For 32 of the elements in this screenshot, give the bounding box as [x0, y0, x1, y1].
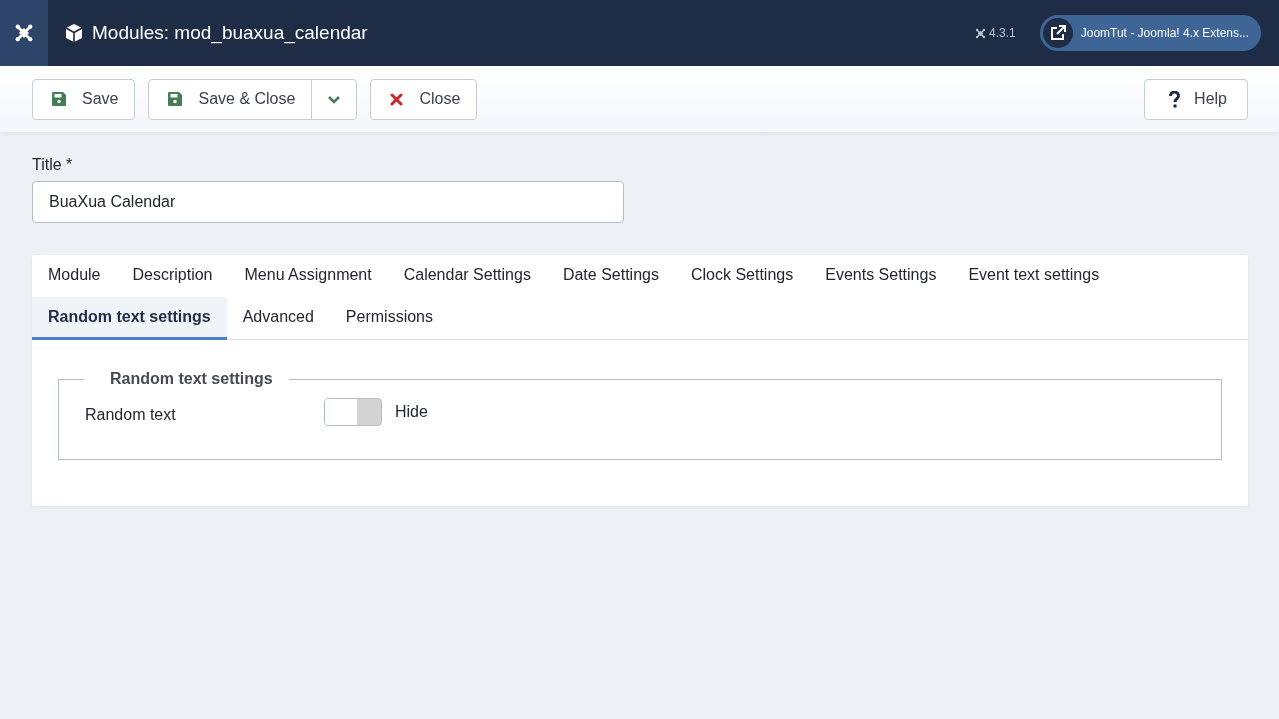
tab[interactable]: Calendar Settings: [387, 255, 547, 298]
chevron-down-icon: [327, 94, 342, 104]
cube-icon: [64, 23, 84, 43]
save-button[interactable]: Save: [32, 78, 136, 120]
field-label: Random text: [85, 406, 177, 424]
tab[interactable]: Advanced: [226, 297, 330, 340]
tab[interactable]: Description: [116, 255, 229, 298]
save-and-close-button[interactable]: Save & Close: [148, 78, 313, 120]
help-button[interactable]: Help: [1144, 78, 1248, 120]
external-link-icon: [1049, 25, 1066, 41]
version-text: 4.3.1: [989, 26, 1016, 40]
joomla-logo-icon[interactable]: [0, 0, 48, 66]
tab[interactable]: Clock Settings: [674, 255, 810, 298]
question-mark-icon: [1169, 90, 1181, 108]
tab[interactable]: Events Settings: [809, 255, 953, 298]
toggle-state-text: Hide: [395, 403, 428, 421]
page-title: Modules: mod_buaxua_calendar: [92, 22, 368, 44]
fieldset-legend: Random text settings: [84, 370, 289, 388]
tab[interactable]: Permissions: [329, 297, 449, 340]
site-link[interactable]: JoomTut - Joomla! 4.x Extens...: [1039, 15, 1261, 51]
close-icon: [390, 92, 404, 106]
tab[interactable]: Module: [32, 255, 117, 298]
tab[interactable]: Random text settings: [32, 297, 227, 340]
joomla-logo-icon: [975, 27, 986, 39]
tab[interactable]: Event text settings: [952, 255, 1116, 298]
tab[interactable]: Menu Assignment: [228, 255, 388, 298]
title-input[interactable]: BuaXua Calendar: [32, 181, 624, 223]
toggle-switch[interactable]: [324, 398, 382, 426]
title-label: Title *: [32, 156, 74, 174]
tab[interactable]: Date Settings: [546, 255, 675, 298]
dropdown-button[interactable]: [311, 78, 358, 120]
close-button[interactable]: Close: [370, 78, 478, 120]
